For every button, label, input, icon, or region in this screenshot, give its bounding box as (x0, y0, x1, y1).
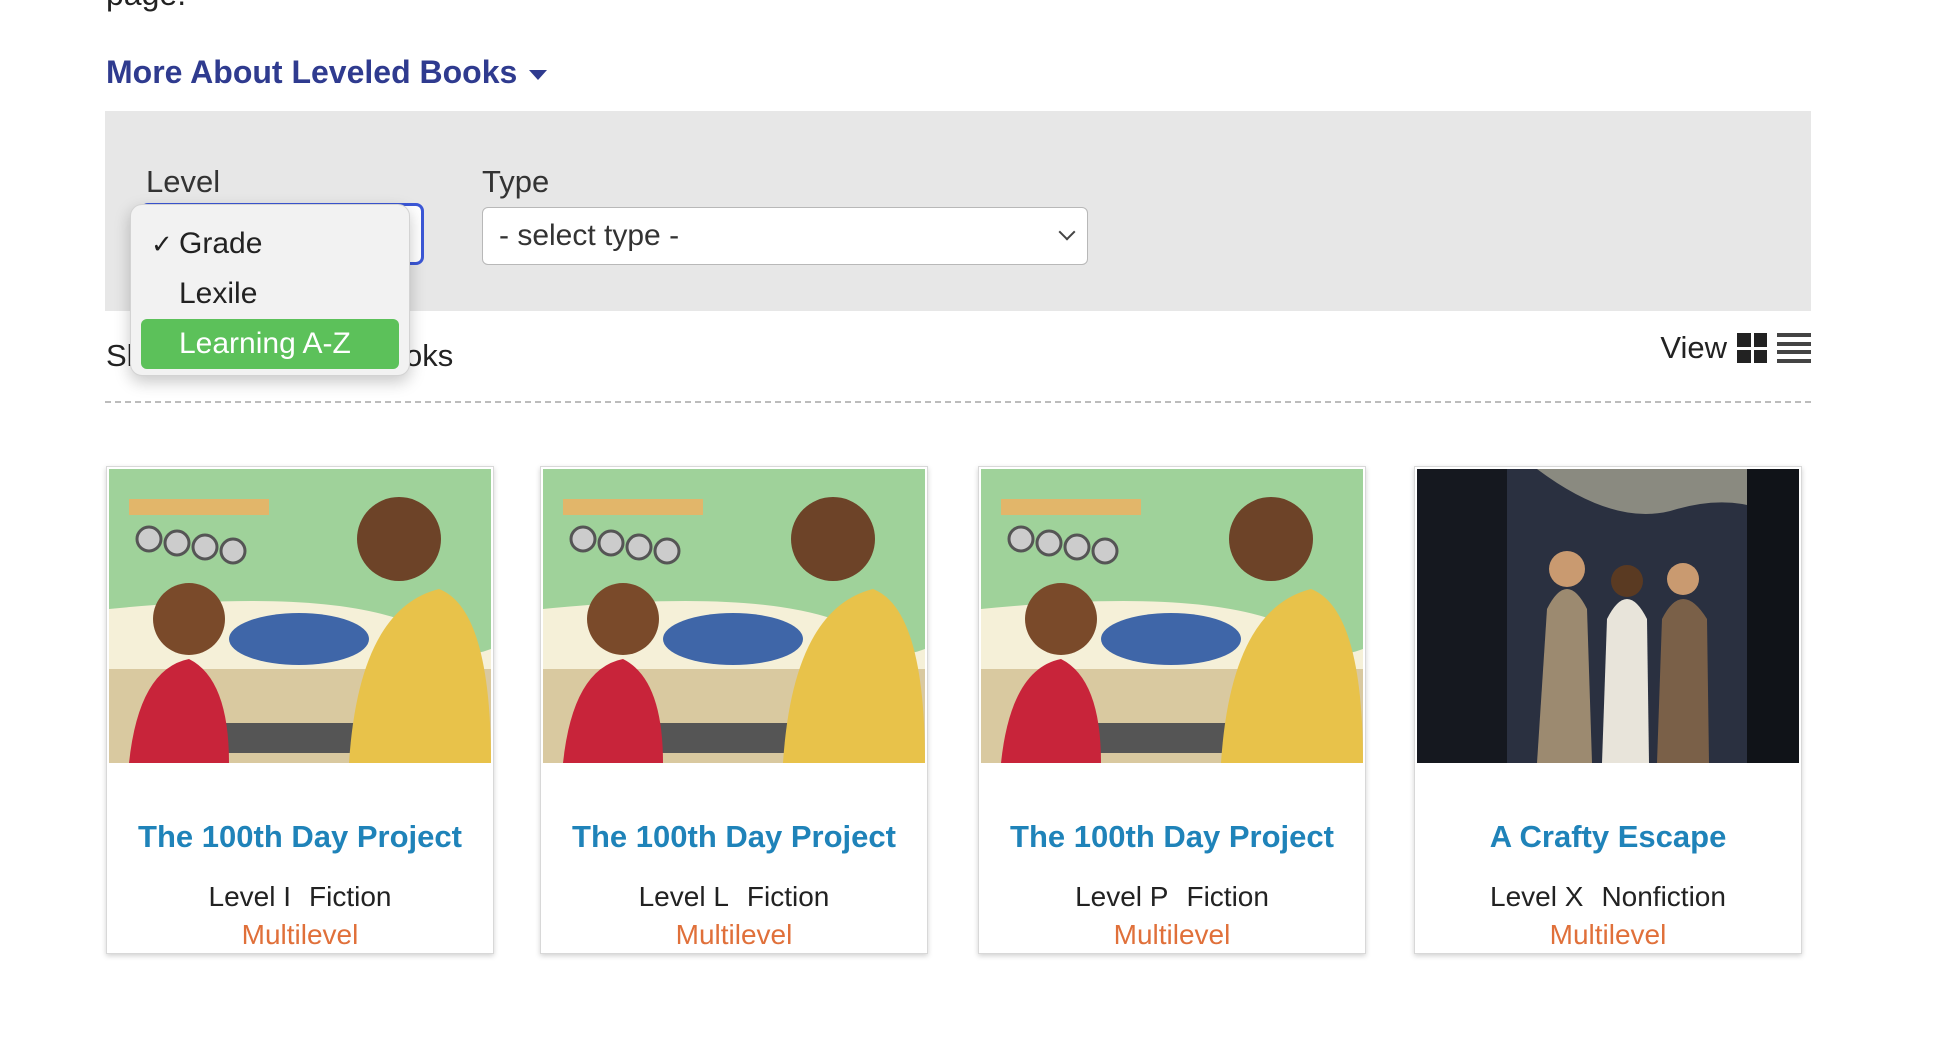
book-cover-image[interactable] (981, 469, 1363, 763)
caret-down-icon (529, 69, 548, 80)
book-meta: Level L Fiction (541, 881, 927, 913)
book-card[interactable]: The 100th Day Project Level P Fiction Mul… (978, 466, 1366, 954)
book-title[interactable]: The 100th Day Project (107, 819, 493, 855)
book-tag: Multilevel (241, 919, 359, 950)
level-option-label: Grade (179, 227, 263, 260)
view-label: View (1660, 330, 1727, 365)
type-select-value: - select type - (499, 219, 680, 252)
book-title[interactable]: The 100th Day Project (979, 819, 1365, 855)
book-meta: Level P Fiction (979, 881, 1365, 913)
list-view-icon[interactable] (1777, 333, 1811, 363)
more-about-label: More About Leveled Books (106, 54, 518, 90)
book-genre: Fiction (1186, 881, 1269, 912)
book-genre: Fiction (309, 881, 392, 912)
book-level: Level I (208, 881, 292, 912)
level-option-learning-a-z[interactable]: Learning A-Z (141, 319, 399, 369)
more-about-leveled-books-toggle[interactable]: More About Leveled Books (106, 54, 548, 91)
view-toggle: View (1660, 330, 1811, 366)
book-meta: Level I Fiction (107, 881, 493, 913)
level-option-label: Lexile (179, 277, 258, 310)
book-meta: Level X Nonfiction (1415, 881, 1801, 913)
book-genre: Nonfiction (1601, 881, 1726, 912)
level-dropdown-menu: ✓ Grade Lexile Learning A-Z (130, 204, 410, 376)
page-text-fragment: page. (106, 0, 186, 13)
book-card[interactable]: The 100th Day Project Level L Fiction Mul… (540, 466, 928, 954)
book-genre: Fiction (746, 881, 830, 912)
book-cover-image[interactable] (1417, 469, 1799, 763)
chevron-down-icon (1058, 223, 1076, 241)
book-cover-image[interactable] (543, 469, 925, 763)
book-card[interactable]: The 100th Day Project Level I Fiction Mul… (106, 466, 494, 954)
checkmark-icon: ✓ (151, 228, 173, 259)
book-tag: Multilevel (675, 919, 793, 950)
level-option-label: Learning A-Z (179, 327, 351, 360)
book-level: Level L (638, 881, 729, 912)
level-label: Level (146, 164, 221, 199)
book-title[interactable]: A Crafty Escape (1415, 819, 1801, 855)
book-title[interactable]: The 100th Day Project (541, 819, 927, 855)
level-option-lexile[interactable]: Lexile (141, 269, 399, 319)
book-level: Level X (1490, 881, 1584, 912)
level-option-grade[interactable]: ✓ Grade (141, 219, 399, 269)
divider (105, 401, 1811, 403)
book-card[interactable]: A Crafty Escape Level X Nonfiction Multil… (1414, 466, 1802, 954)
book-cover-image[interactable] (109, 469, 491, 763)
type-select[interactable]: - select type - (482, 207, 1088, 265)
grid-view-icon[interactable] (1737, 333, 1767, 363)
book-tag: Multilevel (1113, 919, 1231, 950)
book-tag: Multilevel (1549, 919, 1667, 950)
type-label: Type (482, 164, 550, 199)
book-level: Level P (1075, 881, 1169, 912)
